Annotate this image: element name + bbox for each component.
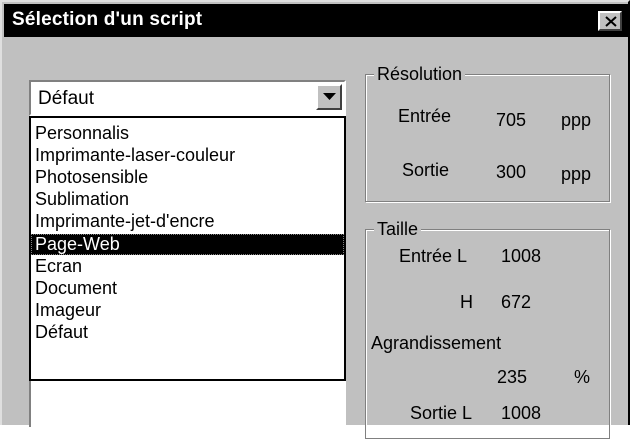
size-input-height-label: H — [460, 292, 473, 312]
size-output-width-value: 1008 — [501, 403, 542, 423]
list-item[interactable]: Sublimation — [31, 189, 344, 210]
title-bar[interactable]: Sélection d'un script — [4, 4, 628, 37]
list-item[interactable]: Ecran — [31, 256, 344, 277]
combo-dropdown-button[interactable] — [316, 84, 342, 110]
resolution-output-label: Sortie — [402, 160, 450, 180]
list-item[interactable]: Photosensible — [31, 167, 344, 188]
size-group-label: Taille — [374, 218, 422, 240]
size-group: Taille Entrée L 1008 H 672 Agrandissemen… — [365, 218, 610, 439]
resolution-output-value: 300 — [496, 162, 527, 182]
resolution-group: Résolution Entrée 705 ppp Sortie 300 ppp — [365, 63, 610, 202]
list-item[interactable]: Personnalis — [31, 123, 344, 144]
list-item[interactable]: Document — [31, 278, 344, 299]
script-selection-dialog: Sélection d'un script Défaut Personnalis… — [0, 0, 630, 439]
list-item[interactable]: Imageur — [31, 300, 344, 321]
size-output-width-label: Sortie L — [410, 403, 473, 423]
resolution-group-label: Résolution — [374, 63, 466, 85]
size-enlarge-label: Agrandissement — [371, 333, 502, 353]
resolution-output-unit: ppp — [561, 164, 592, 184]
resolution-input-value: 705 — [496, 110, 527, 130]
size-input-width-value: 1008 — [501, 246, 542, 266]
close-button[interactable] — [598, 11, 622, 31]
list-item[interactable]: Imprimante-laser-couleur — [31, 145, 344, 166]
script-listbox[interactable] — [29, 381, 346, 427]
dialog-title: Sélection d'un script — [12, 9, 203, 30]
size-enlarge-value: 235 — [497, 367, 528, 387]
size-input-width-label: Entrée L — [399, 246, 468, 266]
size-input-height-value: 672 — [501, 292, 532, 312]
resolution-input-label: Entrée — [398, 106, 452, 126]
list-item[interactable]: Défaut — [31, 322, 344, 343]
size-enlarge-unit: % — [574, 367, 591, 387]
resolution-input-unit: ppp — [561, 110, 592, 130]
list-item[interactable]: Imprimante-jet-d'encre — [31, 211, 344, 232]
list-item-selected[interactable]: Page-Web — [31, 234, 344, 255]
script-dropdown-list[interactable]: Personnalis Imprimante-laser-couleur Pho… — [29, 116, 346, 381]
chevron-down-icon — [323, 93, 336, 100]
script-combo-value: Défaut — [38, 88, 94, 109]
close-icon — [605, 16, 617, 27]
script-combo[interactable]: Défaut — [29, 80, 346, 116]
